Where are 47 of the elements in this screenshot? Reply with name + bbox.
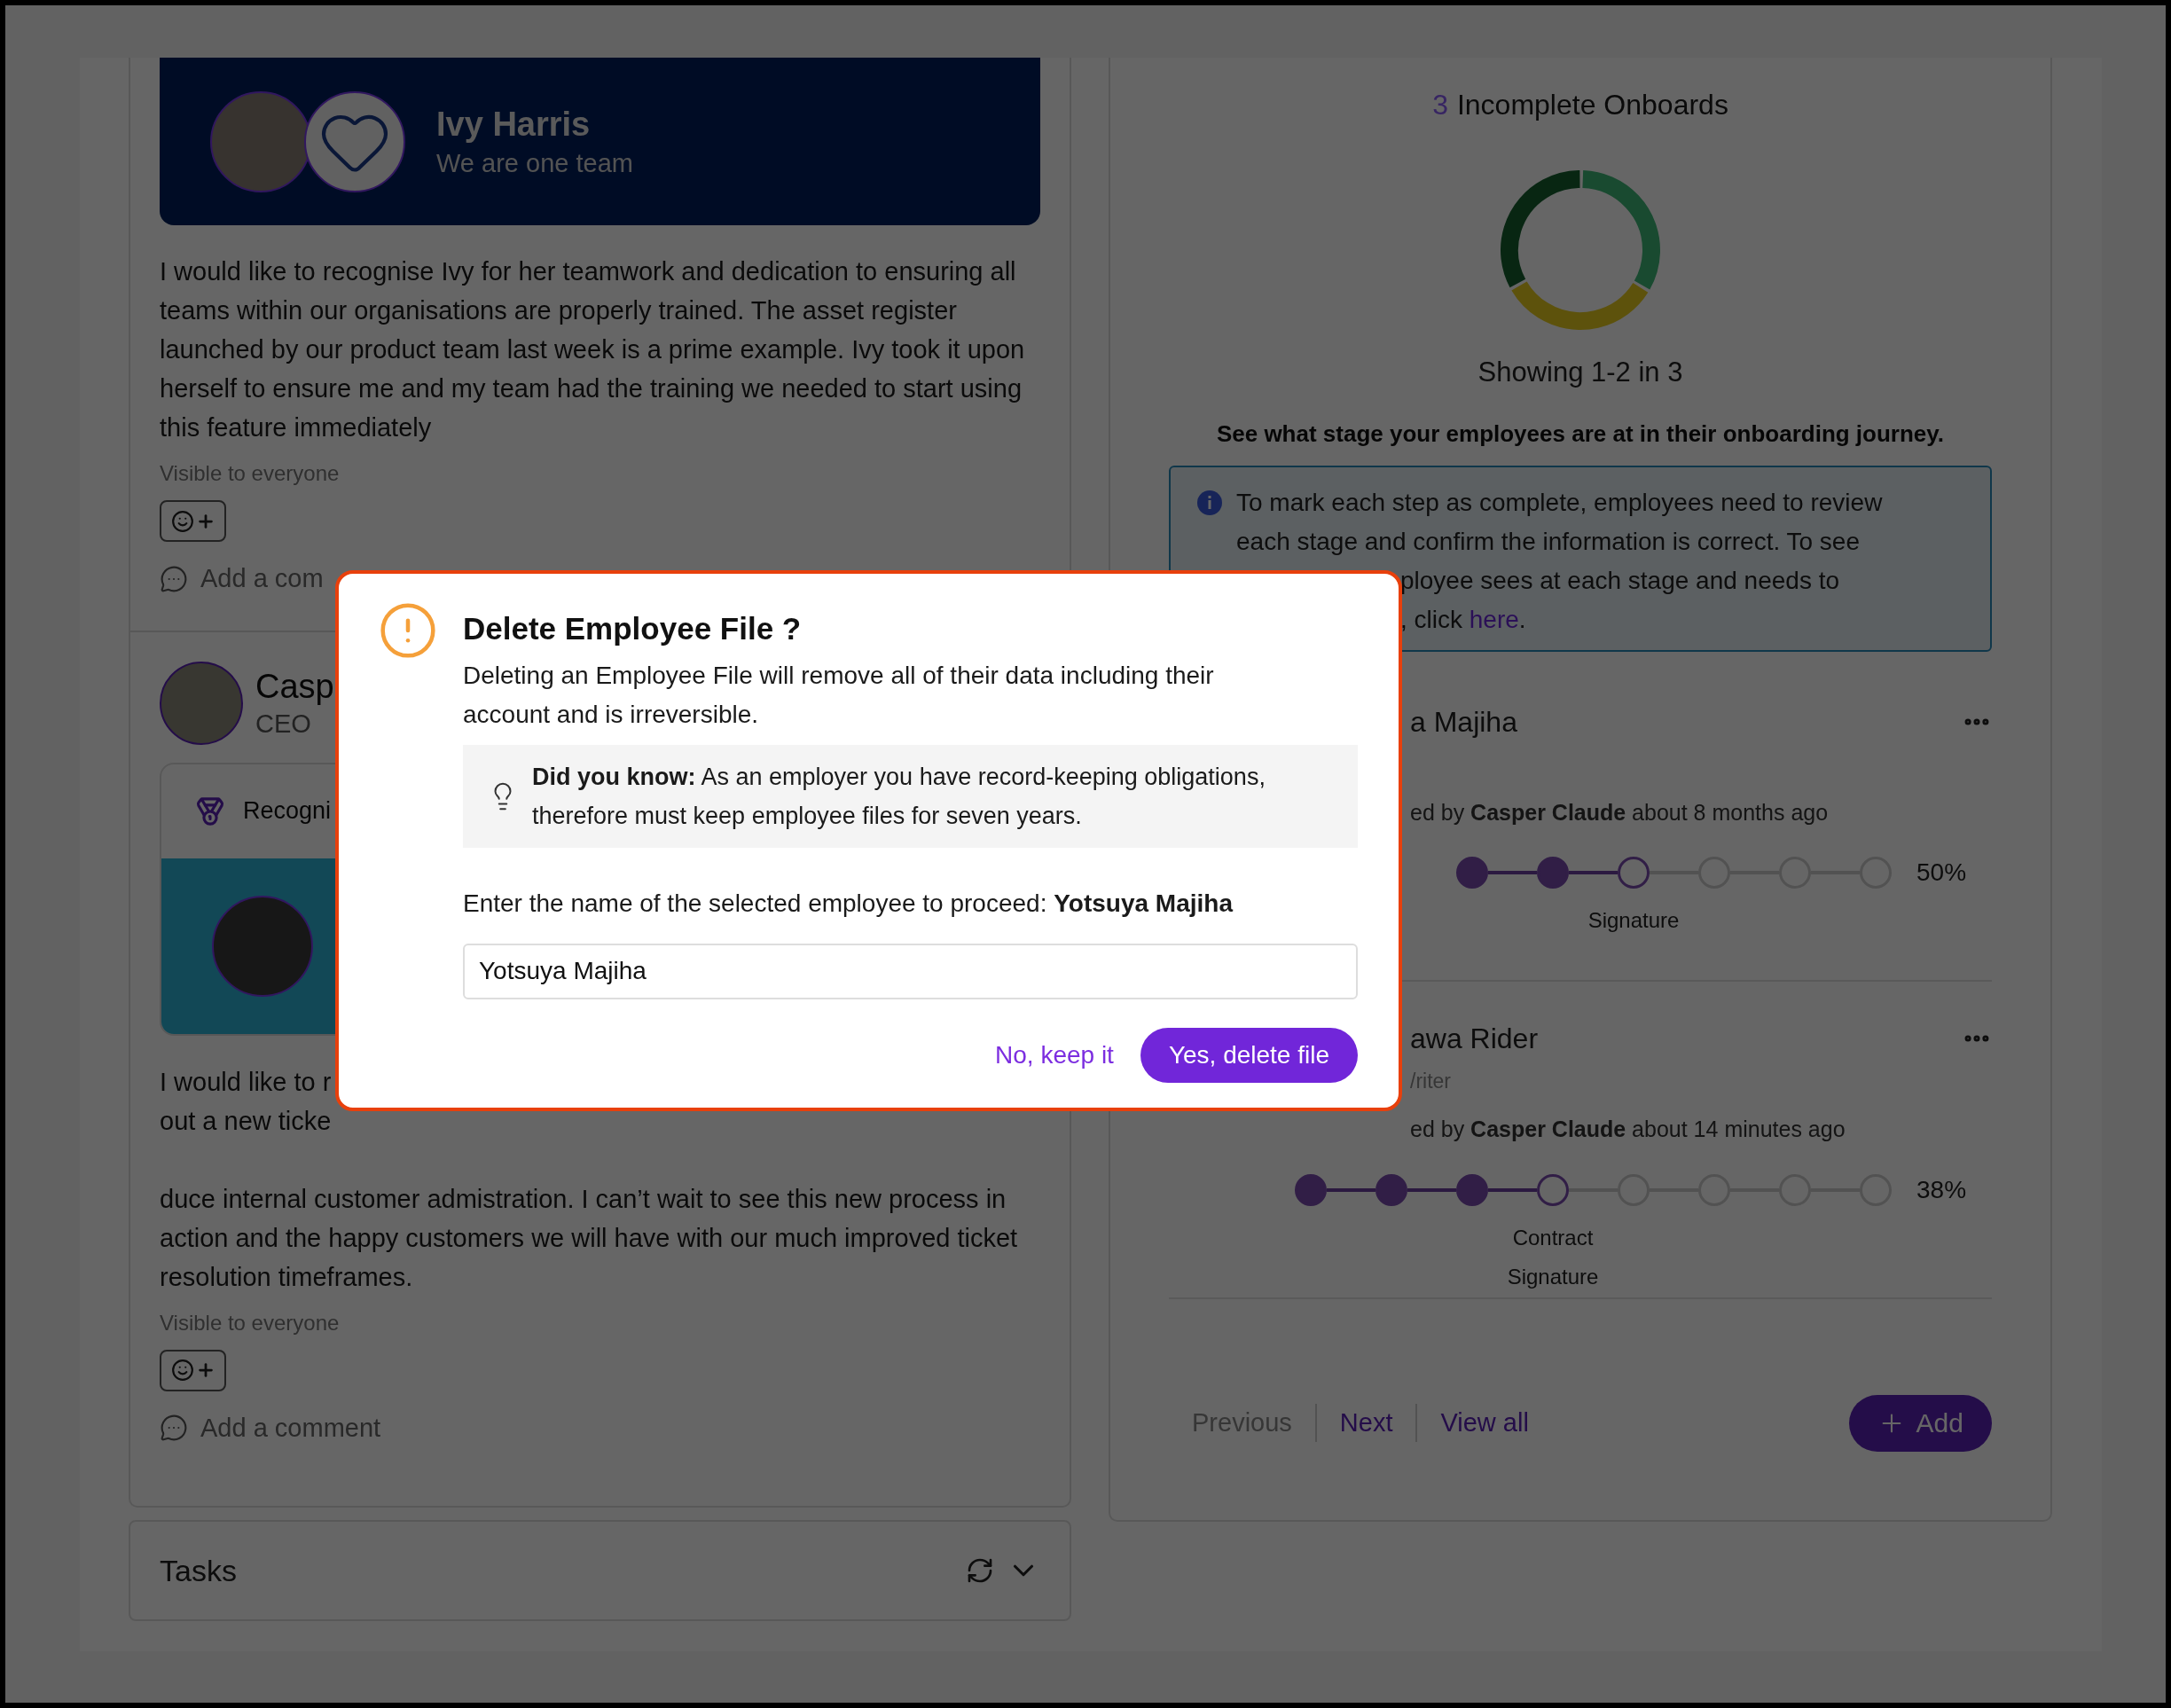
tip-text: Did you know: As an employer you have record-keeping obligations, therefore must keep employee files for seven years. bbox=[532, 762, 1266, 831]
smiley-icon bbox=[170, 1359, 194, 1382]
pagination-button[interactable]: Next bbox=[1314, 1403, 1416, 1443]
comment-icon bbox=[160, 1414, 188, 1443]
employee-name: a Majiha bbox=[1410, 704, 1517, 740]
refresh-icon[interactable] bbox=[966, 1556, 994, 1585]
info-text-fragment: ployee sees at each stage and needs to bbox=[1400, 565, 1840, 596]
tasks-title: Tasks bbox=[160, 1552, 237, 1589]
medal-icon bbox=[195, 795, 225, 827]
dialog-message: Deleting an Employee File will remove all of their data including their account and is irreversible. bbox=[463, 660, 1215, 730]
recognition-label: Recogni bbox=[243, 796, 332, 827]
recognition-name: Ivy Harris bbox=[436, 104, 592, 145]
smiley-icon bbox=[170, 509, 194, 533]
recognition-subtitle: We are one team bbox=[436, 147, 633, 179]
onboarding-heading: See what stage your employees are at in their onboarding journey. bbox=[1215, 419, 1946, 449]
post-text: I would like to recognise Ivy for her teamwork and dedication to ensuring all teams within our organisations are properly trained. The asset register launched by our product team last week is a prime example. Ivy took it upon herself to ensure me and my team had the training we needed to start using this feature immediately bbox=[160, 256, 1026, 443]
onboarding-title: Incomplete Onboards bbox=[1456, 88, 1728, 122]
add-comment-link[interactable]: Add a comment bbox=[200, 1408, 381, 1447]
post-text: duce internal customer admistration. I can’t wait to see this new process in action and the happy customers we will have with our much improved ticket resolution timeframes. bbox=[160, 1183, 1019, 1293]
period-text: . bbox=[1518, 605, 1526, 633]
delete-button[interactable]: Yes, delete file bbox=[1140, 1027, 1358, 1083]
add-reaction-button[interactable] bbox=[160, 500, 226, 542]
progress-percent: 50% bbox=[1916, 858, 1967, 888]
info-icon bbox=[1197, 490, 1222, 515]
post-text-line: out a new ticke bbox=[160, 1105, 332, 1137]
here-link[interactable]: here bbox=[1469, 605, 1519, 633]
author-role: CEO bbox=[255, 708, 312, 740]
dialog-title: Delete Employee File ? bbox=[463, 610, 803, 647]
added-by-text: ed by Casper Claude about 14 minutes ago bbox=[1410, 1116, 1846, 1143]
add-comment-link[interactable]: Add a com bbox=[200, 560, 324, 599]
confirm-prompt: Enter the name of the selected employee to proceed: Yotsuya Majiha bbox=[463, 888, 1234, 919]
comment-icon bbox=[160, 564, 188, 593]
post-text-line: I would like to r bbox=[160, 1066, 332, 1098]
employee-name: awa Rider bbox=[1410, 1022, 1539, 1056]
progress-percent: 38% bbox=[1916, 1174, 1967, 1205]
showing-range: Showing 1-2 in 3 bbox=[1477, 356, 1684, 389]
incomplete-count: 3 bbox=[1432, 88, 1448, 122]
author-name: Casp bbox=[255, 666, 334, 707]
info-text-fragment: , click bbox=[1400, 605, 1463, 633]
stage-label: Contract Signature bbox=[1506, 1224, 1600, 1290]
pagination-button[interactable]: View all bbox=[1415, 1403, 1552, 1443]
warning-icon bbox=[378, 600, 438, 661]
add-button[interactable]: Add bbox=[1848, 1394, 1992, 1452]
stage-label: Signature bbox=[1587, 907, 1681, 934]
name-input-field[interactable]: Yotsuya Majiha bbox=[463, 943, 1358, 999]
added-by-text: ed by Casper Claude about 8 months ago bbox=[1410, 798, 1830, 827]
add-reaction-button[interactable] bbox=[160, 1349, 226, 1391]
